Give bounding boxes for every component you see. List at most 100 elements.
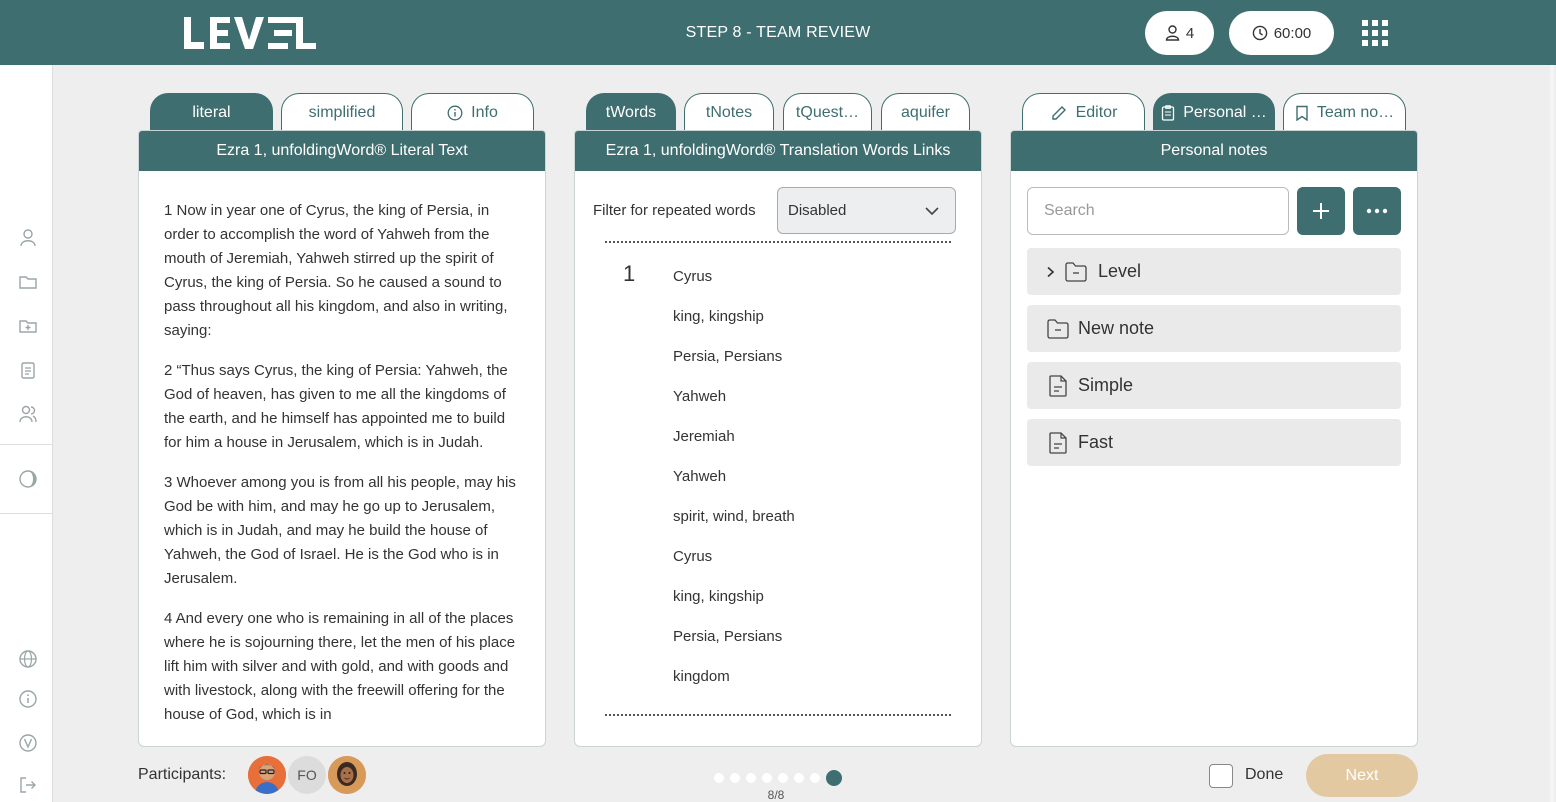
word-link[interactable]: king, kingship — [673, 588, 795, 628]
clock-icon — [1252, 25, 1268, 41]
chevron-right-icon[interactable] — [1046, 266, 1056, 278]
note-folder-level[interactable]: Level — [1027, 248, 1401, 295]
clipboard-icon[interactable] — [18, 360, 38, 380]
step-dot — [810, 773, 820, 783]
step-progress — [714, 770, 842, 786]
pencil-icon — [1051, 105, 1066, 120]
folder-icon — [1065, 261, 1087, 282]
tab-personal-notes[interactable]: Personal … — [1153, 93, 1275, 131]
bookmark-icon — [1296, 105, 1308, 121]
note-item-fast[interactable]: Fast — [1027, 419, 1401, 466]
word-link[interactable]: kingdom — [673, 668, 795, 708]
step-dot — [762, 773, 772, 783]
tab-twords[interactable]: tWords — [586, 93, 676, 131]
step-dot — [794, 773, 804, 783]
tab-aquifer[interactable]: aquifer — [881, 93, 970, 131]
folder-icon — [1047, 318, 1069, 339]
step-dot — [730, 773, 740, 783]
filter-value: Disabled — [788, 202, 847, 219]
done-checkbox[interactable] — [1209, 764, 1233, 788]
verse: 3 Whoever among you is from all his peop… — [164, 474, 516, 587]
filter-row: Filter for repeated words Disabled — [593, 187, 956, 234]
step-dot — [746, 773, 756, 783]
step-dot — [778, 773, 788, 783]
grid-icon[interactable] — [1362, 20, 1388, 46]
tab-label: tQuest… — [795, 103, 860, 121]
note-folder-new-note[interactable]: New note — [1027, 305, 1401, 352]
clipboard-icon — [1162, 104, 1175, 121]
avatar[interactable]: FO — [288, 756, 326, 794]
globe-icon[interactable] — [18, 649, 38, 669]
filter-select[interactable]: Disabled — [777, 187, 956, 234]
info-icon[interactable] — [18, 689, 38, 709]
word-link[interactable]: Jeremiah — [673, 428, 795, 468]
more-horizontal-icon — [1366, 208, 1388, 214]
version-icon[interactable] — [18, 733, 38, 753]
panel-title: Ezra 1, unfoldingWord® Literal Text — [139, 131, 545, 171]
tab-info[interactable]: Info — [411, 93, 534, 131]
tab-tnotes[interactable]: tNotes — [684, 93, 774, 131]
page-scrollbar[interactable] — [1550, 65, 1554, 802]
literal-text-panel: Ezra 1, unfoldingWord® Literal Text 1 No… — [138, 130, 546, 747]
timer-button[interactable]: 60:00 — [1229, 11, 1334, 55]
participants-count: 4 — [1185, 24, 1195, 42]
info-icon — [447, 105, 463, 120]
note-label: Fast — [1078, 432, 1114, 452]
sidebar-divider — [0, 513, 52, 514]
verse: 2 “Thus says Cyrus, the king of Persia: … — [164, 362, 508, 451]
theme-icon[interactable] — [18, 469, 38, 489]
translation-words-panel: Ezra 1, unfoldingWord® Translation Words… — [574, 130, 982, 747]
users-icon[interactable] — [18, 404, 38, 424]
word-link[interactable]: spirit, wind, breath — [673, 508, 795, 548]
notes-search-input[interactable]: Search — [1027, 187, 1289, 235]
verse: 4 And every one who is remaining in all … — [164, 610, 516, 723]
scripture-text: 1 Now in year one of Cyrus, the king of … — [139, 171, 545, 727]
folder-plus-icon[interactable] — [18, 316, 38, 336]
note-item-simple[interactable]: Simple — [1027, 362, 1401, 409]
tab-label: Personal … — [1183, 103, 1267, 121]
tab-literal[interactable]: literal — [150, 93, 273, 131]
tab-label: tWords — [605, 103, 657, 121]
avatar-photo-icon — [328, 756, 366, 794]
chevron-down-icon — [925, 206, 939, 215]
participants-label: Participants: — [138, 766, 227, 783]
plus-icon — [1313, 203, 1329, 219]
folder-icon[interactable] — [18, 272, 38, 292]
verse-number: 1 — [623, 261, 636, 286]
add-note-button[interactable] — [1297, 187, 1345, 235]
top-header: STEP 8 - TEAM REVIEW 4 60:00 — [0, 0, 1556, 65]
tab-editor[interactable]: Editor — [1022, 93, 1145, 131]
timer-value: 60:00 — [1273, 24, 1312, 42]
personal-notes-panel: Personal notes Search Level New note Sim… — [1010, 130, 1418, 747]
word-link[interactable]: Persia, Persians — [673, 348, 795, 388]
tab-simplified[interactable]: simplified — [281, 93, 403, 131]
user-icon[interactable] — [18, 228, 38, 248]
tab-label: tNotes — [705, 103, 753, 121]
step-dot — [714, 773, 724, 783]
tab-label: Info — [471, 103, 498, 121]
divider — [605, 714, 951, 716]
word-link[interactable]: Yahweh — [673, 468, 795, 508]
tab-tquestions[interactable]: tQuest… — [783, 93, 872, 131]
word-link[interactable]: Cyrus — [673, 268, 795, 308]
document-icon — [1049, 431, 1067, 454]
avatar-initials: FO — [297, 767, 317, 783]
tab-team-notes[interactable]: Team no… — [1283, 93, 1406, 131]
word-link[interactable]: Yahweh — [673, 388, 795, 428]
note-label: New note — [1078, 318, 1155, 338]
tab-label: simplified — [308, 103, 376, 121]
left-sidebar — [0, 65, 53, 802]
participants-count-button[interactable]: 4 — [1145, 11, 1214, 55]
panel-title: Ezra 1, unfoldingWord® Translation Words… — [575, 131, 981, 171]
word-link[interactable]: Persia, Persians — [673, 628, 795, 668]
next-button[interactable]: Next — [1306, 754, 1418, 797]
logout-icon[interactable] — [18, 775, 38, 795]
avatar[interactable] — [328, 756, 366, 794]
tab-label: aquifer — [901, 103, 950, 121]
sidebar-divider — [0, 444, 52, 445]
avatar[interactable] — [248, 756, 286, 794]
word-link[interactable]: king, kingship — [673, 308, 795, 348]
note-label: Simple — [1078, 375, 1134, 395]
more-options-button[interactable] — [1353, 187, 1401, 235]
word-link[interactable]: Cyrus — [673, 548, 795, 588]
